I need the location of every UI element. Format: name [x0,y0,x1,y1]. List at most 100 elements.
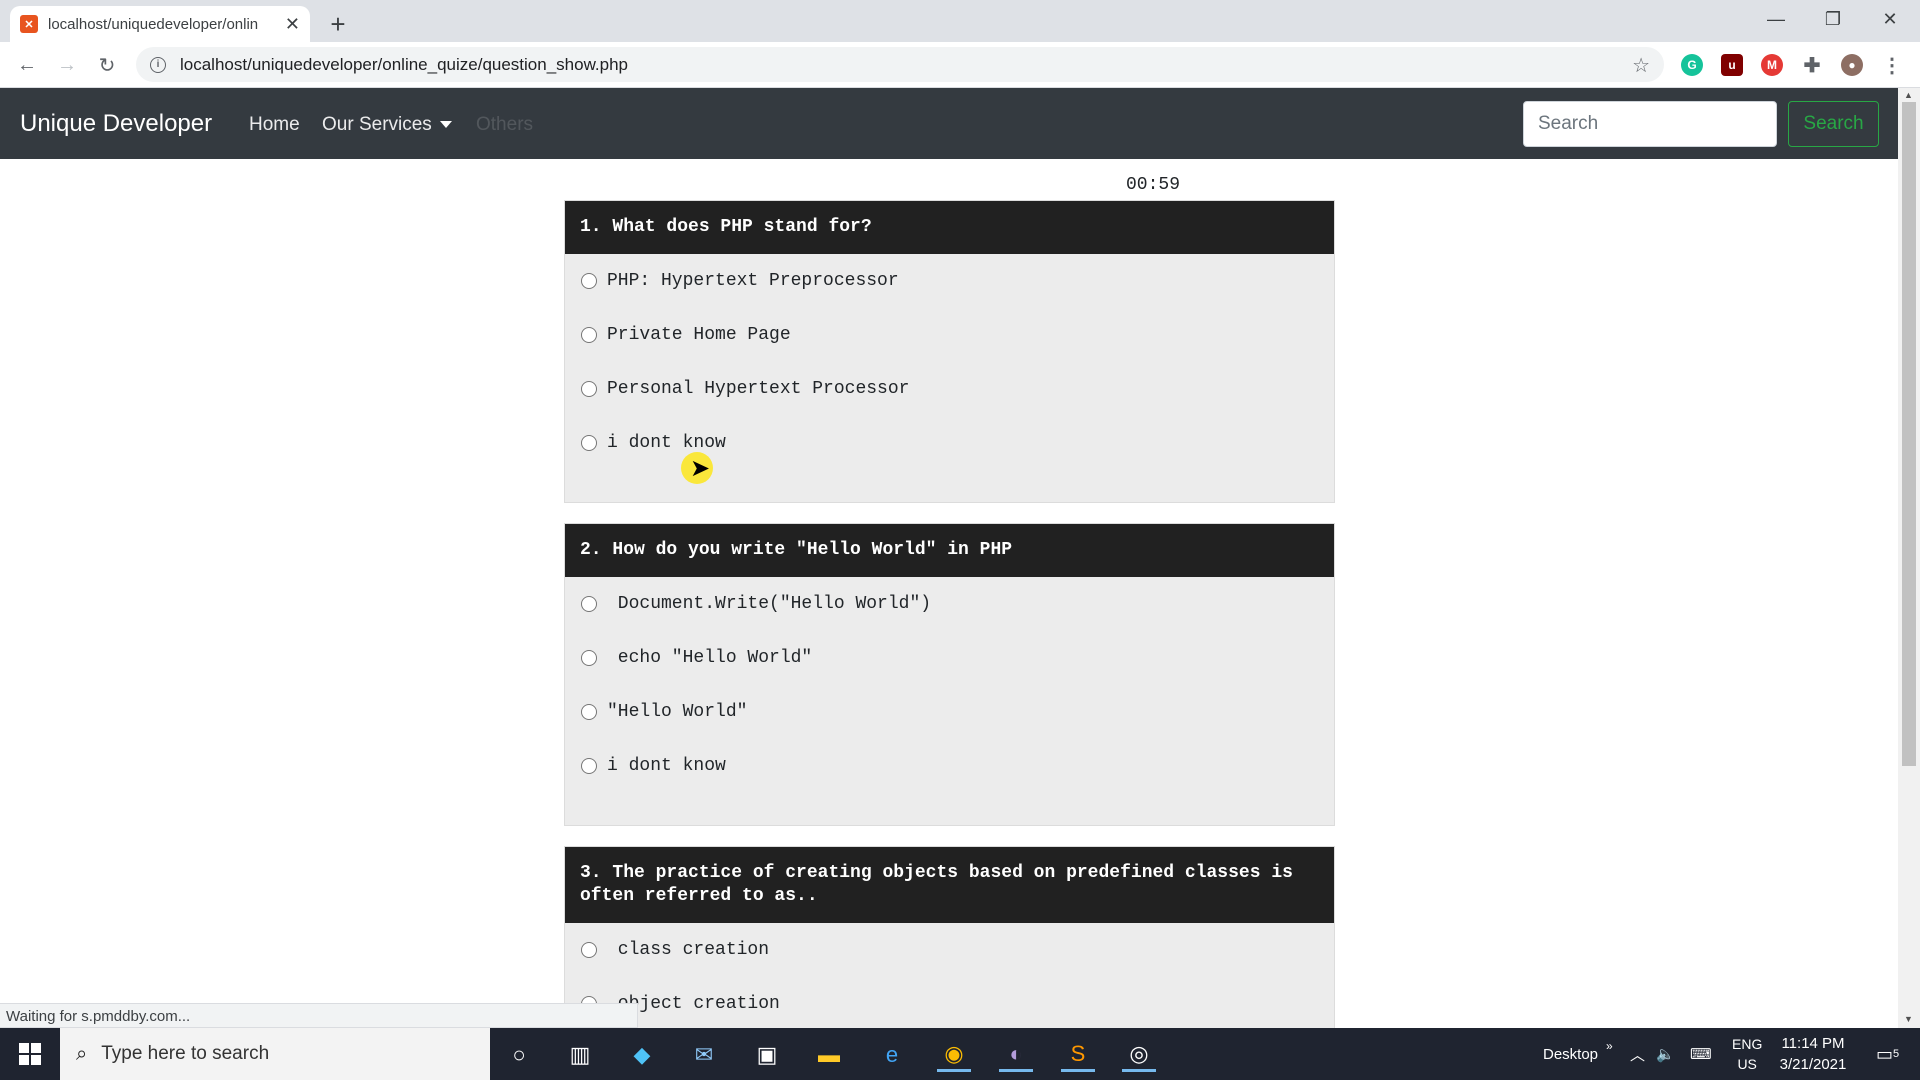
restore-icon[interactable]: ❐ [1813,4,1853,34]
question-card-2: 2. How do you write "Hello World" in PHP… [564,523,1335,826]
answer-option[interactable]: Document.Write("Hello World") [565,577,1334,631]
taskbar-search-box[interactable]: ⌕ Type here to search [60,1028,490,1080]
clock-time: 11:14 PM [1781,1035,1845,1052]
scroll-up-icon[interactable]: ▲ [1904,90,1913,100]
answer-label: PHP: Hypertext Preprocessor [607,271,899,291]
answer-option[interactable]: i dont know [565,739,1334,793]
answer-option[interactable]: PHP: Hypertext Preprocessor [565,254,1334,308]
nav-our-services[interactable]: Our Services [322,114,452,136]
desktop-label: Desktop [1543,1045,1599,1063]
mouse-pointer-icon: ➤ [690,455,711,482]
radio-button[interactable] [581,596,597,612]
question-title: 2. How do you write "Hello World" in PHP [565,524,1334,577]
question-title: 3. The practice of creating objects base… [565,847,1334,923]
site-info-icon[interactable]: i [150,56,166,73]
radio-button[interactable] [581,327,597,343]
minimize-icon[interactable]: — [1756,4,1796,34]
question-title: 1. What does PHP stand for? [565,201,1334,254]
store-icon[interactable]: ▣ [750,1038,784,1072]
new-tab-icon[interactable]: + [323,9,353,39]
keyboard-icon[interactable]: ⌨ [1690,1028,1712,1080]
forward-icon[interactable]: → [52,50,82,80]
profile-avatar-icon[interactable]: ● [1841,54,1863,76]
back-icon[interactable]: ← [12,50,42,80]
file-explorer-icon[interactable]: ▬ [812,1038,846,1072]
windows-start-icon[interactable] [19,1043,41,1065]
answer-option[interactable]: echo "Hello World" [565,631,1334,685]
eclipse-icon[interactable]: ◐ [999,1038,1033,1072]
answer-option[interactable]: "Hello World" [565,685,1334,739]
radio-button[interactable] [581,381,597,397]
obs-icon[interactable]: ◎ [1122,1038,1156,1072]
clock-date: 3/21/2021 [1779,1056,1847,1073]
nav-home[interactable]: Home [249,114,300,136]
site-search-input[interactable] [1523,101,1777,147]
answer-label: Personal Hypertext Processor [607,379,910,399]
sublime-text-icon[interactable]: S [1061,1038,1095,1072]
quiz-timer: 00:59 [1126,175,1181,195]
grammarly-extension-icon[interactable]: G [1681,54,1703,76]
volume-icon[interactable]: 🔈 [1656,1028,1675,1080]
extensions-puzzle-icon[interactable]: ✚ [1801,54,1823,77]
keyboard-layout: US [1737,1056,1757,1072]
dropdown-caret-icon [439,121,452,129]
mail-icon[interactable]: ✉ [687,1038,721,1072]
radio-button[interactable] [581,435,597,451]
site-search-button[interactable]: Search [1788,101,1879,147]
ublock-extension-icon[interactable]: u [1721,54,1743,76]
radio-button[interactable] [581,704,597,720]
dev-app-icon[interactable]: ◆ [625,1038,659,1072]
answer-label: Private Home Page [607,325,791,345]
site-brand[interactable]: Unique Developer [20,110,212,138]
reload-icon[interactable]: ↻ [92,50,122,80]
cortana-icon[interactable]: ○ [502,1038,536,1072]
scrollbar-thumb[interactable] [1902,102,1916,766]
radio-button[interactable] [581,942,597,958]
url-text: localhost/uniquedeveloper/online_quize/q… [180,54,629,74]
window-close-icon[interactable]: ✕ [1870,4,1910,34]
question-card-3: 3. The practice of creating objects base… [564,846,1335,1028]
bookmark-star-icon[interactable]: ☆ [1632,53,1650,78]
internet-explorer-icon[interactable]: e [875,1038,909,1072]
chrome-icon[interactable]: ◉ [937,1038,971,1072]
show-hidden-icons-icon[interactable]: ︿ [1630,1028,1645,1080]
language-code: ENG [1732,1036,1763,1052]
scroll-down-icon[interactable]: ▼ [1904,1014,1913,1024]
notification-badge: 5 [1893,1048,1900,1060]
answer-option[interactable]: Personal Hypertext Processor [565,362,1334,416]
browser-menu-icon[interactable]: ⋮ [1881,54,1903,77]
notification-center-icon[interactable]: ▭ 5 [1876,1028,1899,1080]
question-card-1: 1. What does PHP stand for? PHP: Hyperte… [564,200,1335,503]
radio-button[interactable] [581,273,597,289]
site-navbar: Unique Developer Home Our Services Other… [0,88,1898,159]
tab-title: localhost/uniquedeveloper/onlin [48,15,259,33]
search-icon: ⌕ [76,1042,88,1065]
answer-option[interactable]: object creation [565,977,1334,1028]
desktop-toolbar[interactable]: Desktop [1543,1028,1598,1080]
page-scrollbar[interactable]: ▲ ▼ [1898,88,1920,1028]
answer-option[interactable]: Private Home Page [565,308,1334,362]
mail-extension-icon[interactable]: M [1761,54,1783,76]
browser-toolbar: ← → ↻ i localhost/uniquedeveloper/online… [0,42,1920,88]
answer-label: i dont know [607,433,726,453]
taskbar-clock[interactable]: 11:14 PM 3/21/2021 [1770,1033,1856,1075]
browser-tab[interactable]: ✕ localhost/uniquedeveloper/onlin ✕ [10,6,310,42]
nav-others[interactable]: Others [476,114,533,136]
address-bar[interactable]: i localhost/uniquedeveloper/online_quize… [136,47,1664,82]
answer-label: Document.Write("Hello World") [607,594,932,614]
nav-our-services-label: Our Services [322,114,432,135]
radio-button[interactable] [581,650,597,666]
radio-button[interactable] [581,758,597,774]
language-indicator[interactable]: ENG US [1732,1028,1762,1080]
answer-option[interactable]: i dont know [565,416,1334,470]
tab-close-icon[interactable]: ✕ [285,14,300,35]
browser-status-text: Waiting for s.pmddby.com... [0,1003,638,1028]
site-favicon-icon: ✕ [20,15,38,33]
taskbar-search-placeholder: Type here to search [101,1043,270,1064]
task-view-icon[interactable]: ▥ [563,1038,597,1072]
chevron-more-icon[interactable]: » [1606,1020,1613,1072]
windows-taskbar: ⌕ Type here to search ○ ▥ ◆ ✉ ▣ ▬ e ◉ ◐ … [0,1028,1920,1080]
answer-label: i dont know [607,756,726,776]
answer-label: echo "Hello World" [607,648,813,668]
answer-option[interactable]: class creation [565,923,1334,977]
